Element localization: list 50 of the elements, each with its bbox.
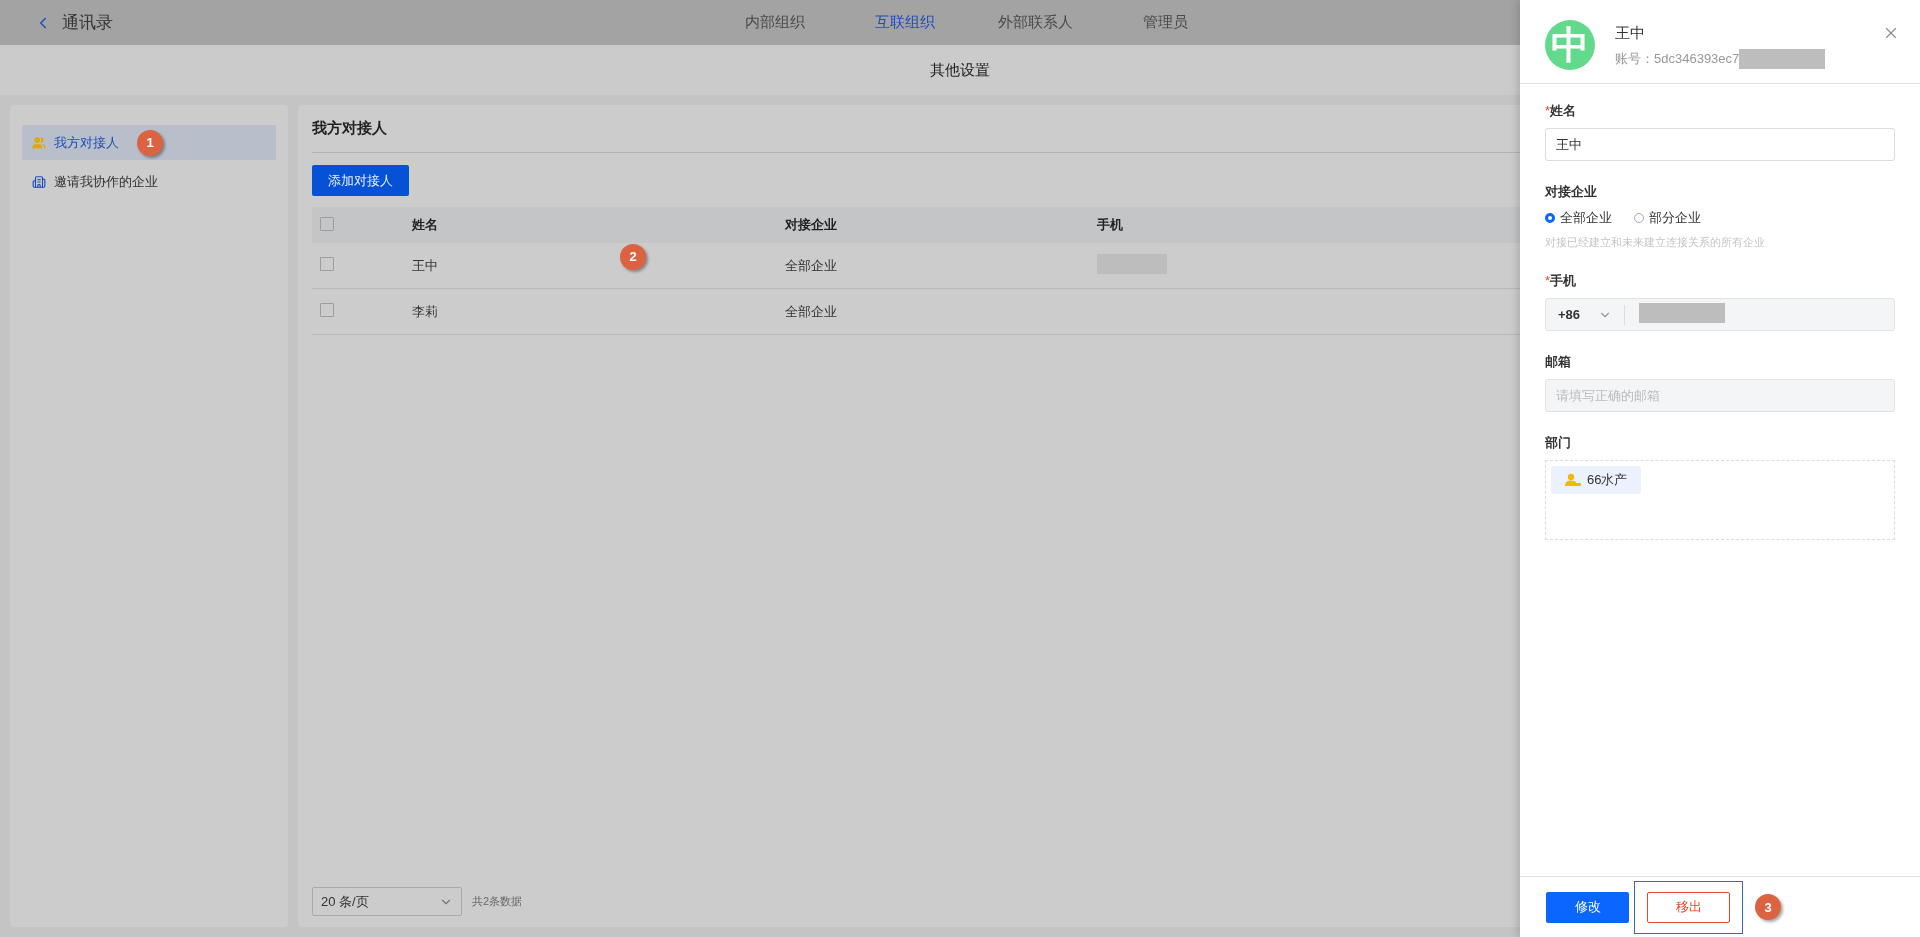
table-cell: 李莉 (412, 302, 438, 321)
edit-button[interactable]: 修改 (1546, 891, 1629, 923)
tag-label: 66水产 (1587, 471, 1628, 489)
sidebar-label: 邀请我协作的企业 (54, 172, 158, 191)
step-badge: 3 (1755, 894, 1781, 920)
step-badge: 1 (137, 129, 163, 156)
remove-button[interactable]: 移出 (1647, 891, 1730, 923)
contact-name: 王中 (1615, 24, 1646, 43)
row-checkbox[interactable] (320, 303, 334, 317)
field-label: 对接企业 (1545, 183, 1598, 201)
field-label: 邮箱 (1545, 353, 1572, 371)
radio-icon[interactable] (1634, 213, 1644, 223)
page-size-select[interactable]: 20 条/页 (312, 887, 462, 916)
column-header: 对接企业 (785, 216, 837, 234)
table-cell-text: 全部企业 (785, 256, 838, 275)
column-header: 姓名 (412, 216, 438, 234)
add-contact-button[interactable]: 添加对接人 (312, 165, 409, 196)
sidebar-item[interactable]: 我方对接人 1 (22, 125, 276, 160)
building-icon (32, 174, 46, 189)
email-input[interactable]: 请填写正确的邮箱 (1545, 379, 1895, 412)
avatar: 中 (1545, 20, 1595, 70)
radio-option[interactable]: 全部企业 (1545, 209, 1612, 227)
field-label: *手机 (1545, 272, 1578, 290)
department-box[interactable]: 66水产 (1545, 460, 1895, 540)
radio-option[interactable]: 部分企业 (1634, 209, 1701, 227)
nav-tab[interactable]: 内部组织 (710, 13, 840, 32)
country-code-select[interactable]: +86 (1546, 304, 1626, 325)
phone-field[interactable]: +86 (1545, 298, 1895, 331)
total-count: 共2条数据 (472, 894, 523, 909)
page-title: 其他设置 (930, 60, 990, 80)
sidebar-label: 我方对接人 (54, 133, 119, 152)
name-input[interactable]: 王中 (1545, 128, 1895, 161)
account-id: 账号：5dc346393ec7 (1615, 50, 1740, 68)
radio-icon[interactable] (1545, 213, 1555, 223)
table-cell-text: 全部企业 (785, 302, 838, 321)
select-all-checkbox[interactable] (320, 216, 334, 231)
field-label: 部门 (1545, 434, 1572, 452)
row-checkbox[interactable] (320, 257, 334, 271)
person-icon (1565, 473, 1581, 487)
table-cell: 王中 (412, 256, 438, 275)
nav-tab[interactable]: 管理员 (1100, 13, 1230, 32)
sidebar-item[interactable]: 邀请我协作的企业 (22, 164, 276, 199)
people-icon (32, 135, 46, 150)
page-size-value: 20 条/页 (321, 892, 369, 911)
section-title: 我方对接人 (312, 119, 387, 138)
back-button[interactable]: 通讯录 (34, 11, 113, 34)
column-header: 手机 (1097, 216, 1123, 234)
step-badge: 2 (620, 243, 646, 270)
nav-tab[interactable]: 外部联系人 (970, 13, 1100, 32)
field-label: *姓名 (1545, 102, 1578, 120)
